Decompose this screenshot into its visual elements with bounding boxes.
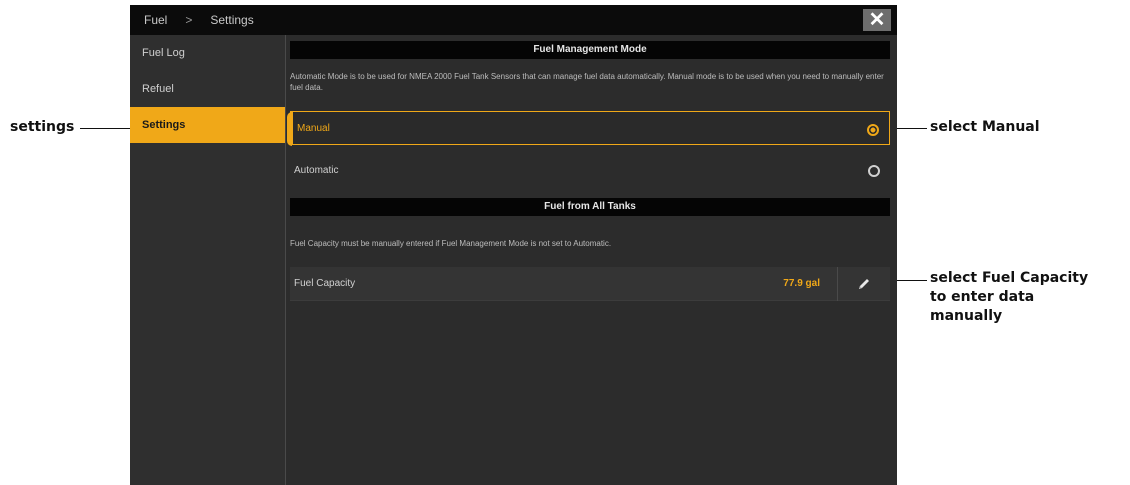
- radio-unselected-icon[interactable]: [868, 165, 880, 177]
- radio-selected-icon[interactable]: [867, 124, 879, 136]
- title-bar: Fuel > Settings ✕: [130, 5, 897, 35]
- sidebar-item-refuel[interactable]: Refuel: [130, 71, 285, 107]
- manual-option[interactable]: Manual: [287, 111, 890, 146]
- manual-callout: select Manual: [930, 119, 1040, 135]
- settings-callout-line: [80, 128, 130, 129]
- fuel-management-mode-description: Automatic Mode is to be used for NMEA 20…: [290, 72, 884, 92]
- capacity-callout-line3: manually: [930, 308, 1003, 324]
- automatic-option[interactable]: Automatic: [290, 153, 890, 187]
- sidebar-item-label: Refuel: [142, 83, 174, 95]
- breadcrumb-settings: Settings: [210, 13, 254, 27]
- fuel-from-all-tanks-header: Fuel from All Tanks: [290, 198, 890, 216]
- sidebar-item-label: Settings: [142, 119, 186, 131]
- manual-option-label: Manual: [297, 122, 330, 134]
- fuel-capacity-label: Fuel Capacity: [294, 278, 356, 289]
- breadcrumb: Fuel > Settings: [136, 9, 254, 31]
- settings-panel: Fuel Management Mode Automatic Mode is t…: [286, 35, 897, 485]
- fuel-management-mode-header: Fuel Management Mode: [290, 41, 890, 59]
- breadcrumb-separator: >: [185, 13, 193, 27]
- edit-fuel-capacity-button[interactable]: [837, 267, 890, 301]
- sidebar-item-label: Fuel Log: [142, 47, 185, 59]
- close-icon: ✕: [868, 9, 886, 31]
- close-button[interactable]: ✕: [863, 9, 891, 31]
- sidebar: Fuel Log Refuel Settings: [130, 35, 286, 485]
- sidebar-item-fuel-log[interactable]: Fuel Log: [130, 35, 285, 71]
- fuel-from-all-tanks-description: Fuel Capacity must be manually entered i…: [290, 239, 612, 248]
- sidebar-item-settings[interactable]: Settings: [130, 107, 285, 143]
- fuel-capacity-value: 77.9 gal: [783, 278, 820, 289]
- selection-bracket: [287, 112, 292, 146]
- capacity-callout-line1: select Fuel Capacity: [930, 270, 1089, 286]
- automatic-option-label: Automatic: [294, 164, 339, 176]
- capacity-callout-line2: to enter data: [930, 289, 1035, 305]
- settings-callout: settings: [10, 119, 75, 135]
- breadcrumb-fuel[interactable]: Fuel: [144, 13, 167, 27]
- fuel-settings-screen: Fuel > Settings ✕ Fuel Log Refuel Settin…: [130, 5, 897, 485]
- fuel-capacity-row[interactable]: Fuel Capacity 77.9 gal: [290, 267, 890, 301]
- pencil-icon: [859, 279, 869, 289]
